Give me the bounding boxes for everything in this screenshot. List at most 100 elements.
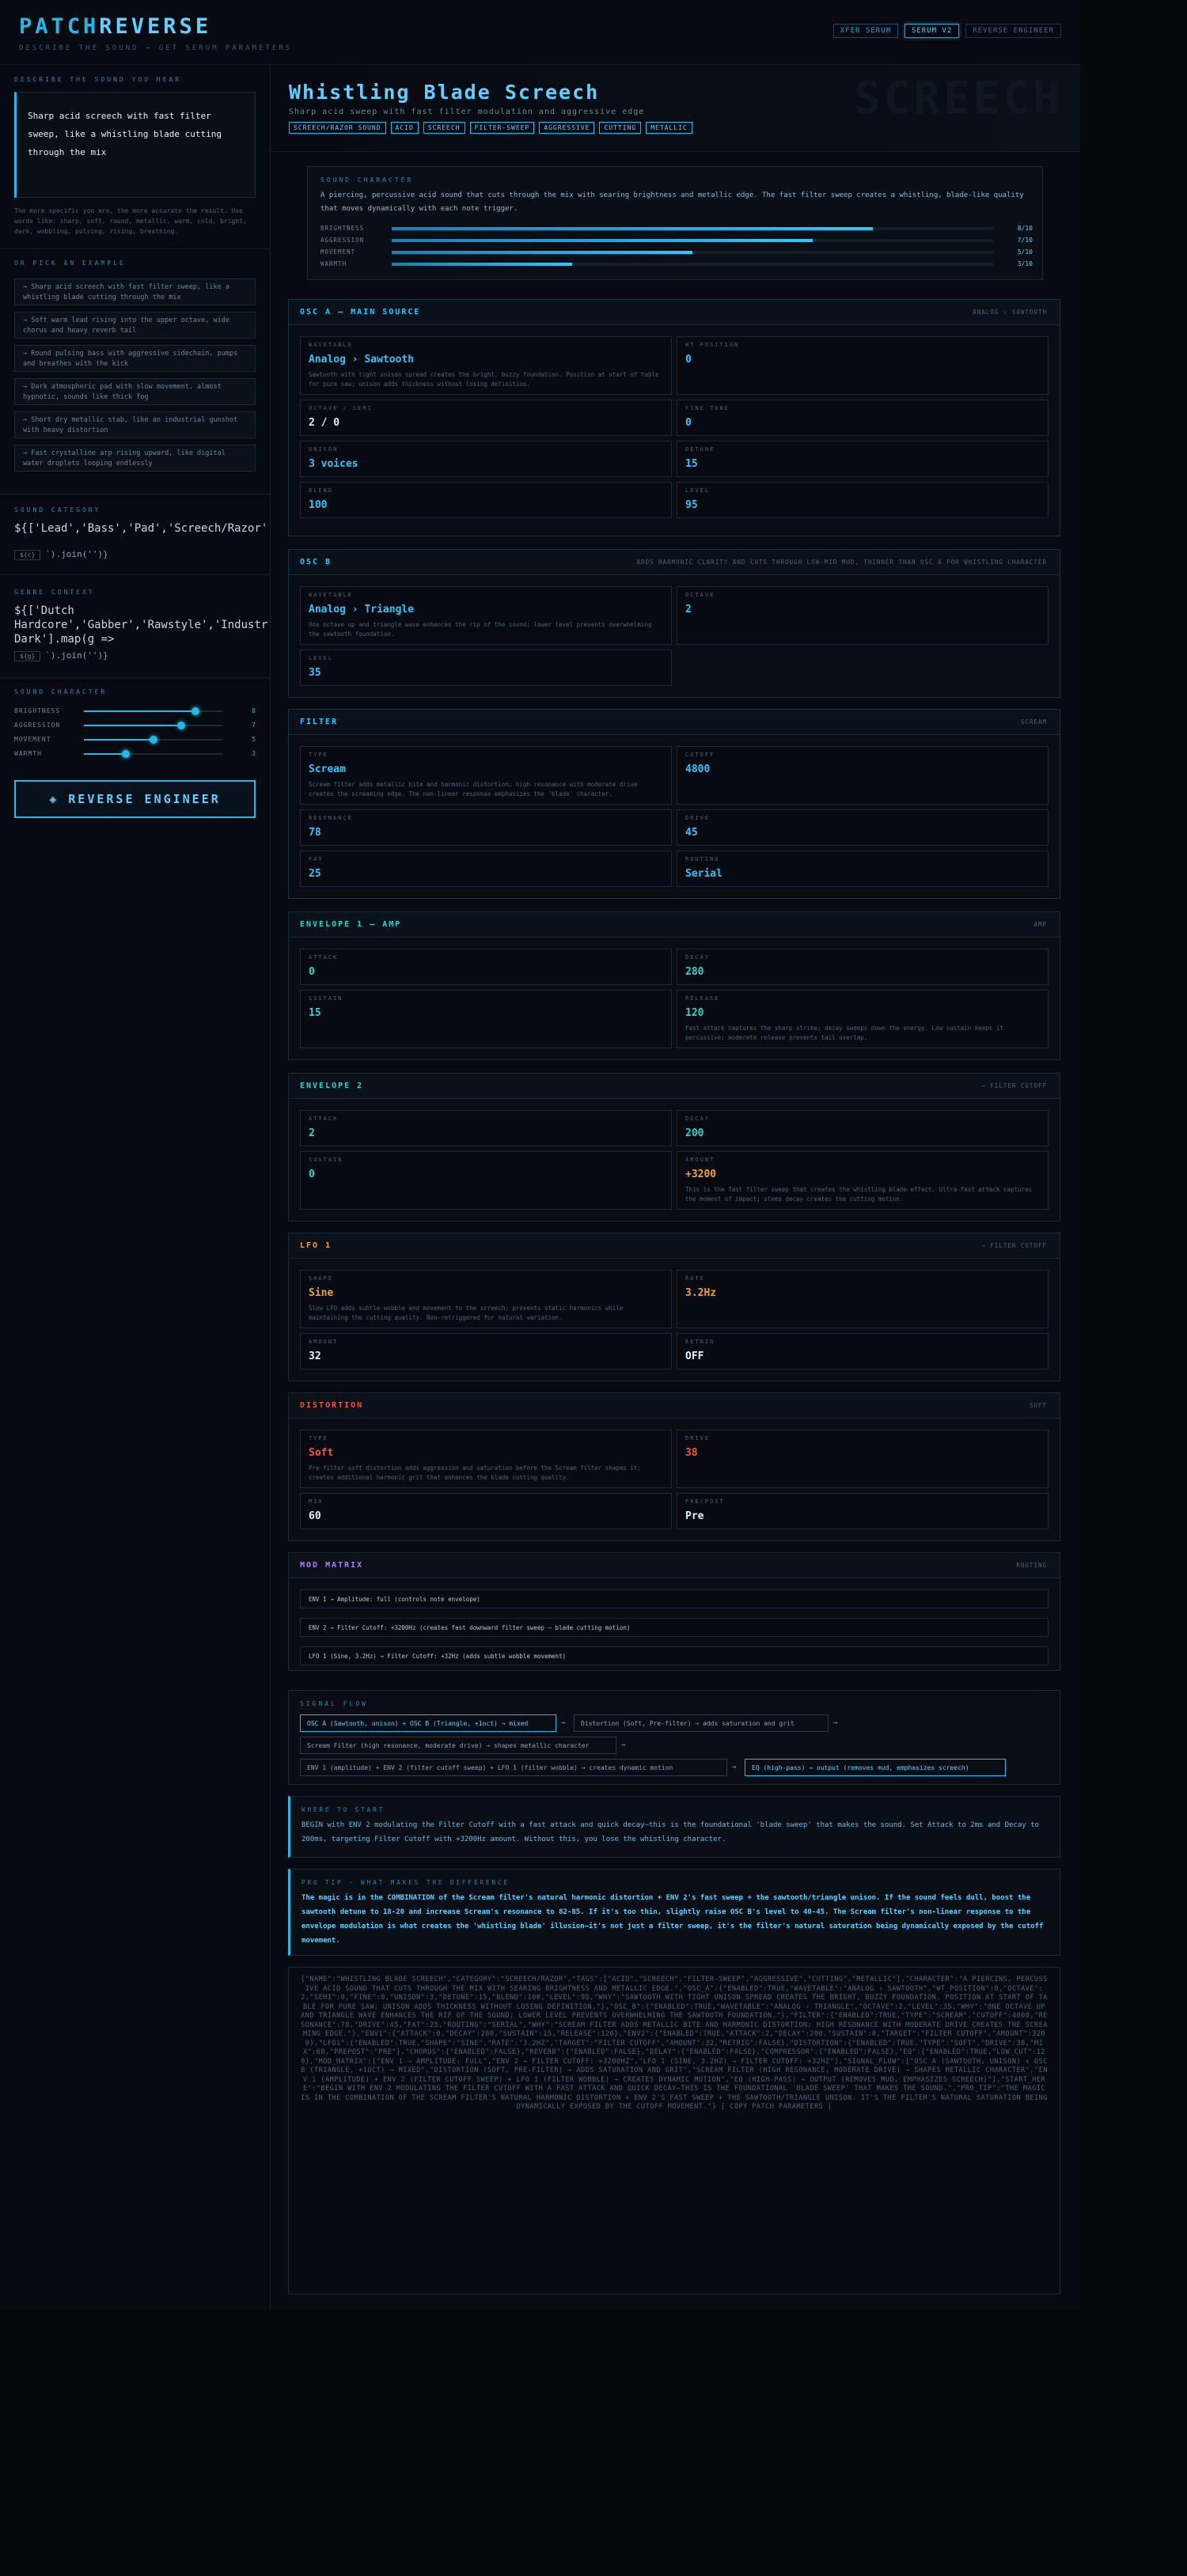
param-octave-semi[interactable]: OCTAVE / SEMI 2 / 0 [300,400,672,436]
bar-label: BRIGHTNESS [320,225,365,232]
param-label: FINE TUNE [685,405,730,411]
logo: PATCHREVERSE [19,14,211,39]
param-label: SHAPE [309,1275,334,1282]
param-wavetable[interactable]: WAVETABLE Analog › Sawtooth Sawtooth with … [300,336,672,395]
slider-track[interactable] [84,707,223,715]
distortion-section: DISTORTION SOFT TYPE Soft Pre-filter soft … [288,1392,1060,1541]
pro-tip-callout: PRO TIP — WHAT MAKES THE DIFFERENCE The … [288,1869,1060,1956]
param-fine-tune[interactable]: FINE TUNE 0 [677,400,1049,436]
slider-fill [84,753,126,755]
param-decay[interactable]: DECAY 200 [677,1110,1049,1146]
genre-context-label: GENRE CONTEXT [14,589,95,596]
flow-arrow: → [561,1719,566,1727]
param-attack[interactable]: ATTACK 0 [300,949,672,985]
param-attack[interactable]: ATTACK 2 [300,1110,672,1146]
param-cutoff[interactable]: CUTOFF 4800 [677,746,1049,805]
param-amount[interactable]: AMOUNT +3200 This is the fast filter sweep… [677,1151,1049,1210]
param-drive[interactable]: DRIVE 45 [677,809,1049,846]
param-value: 2 / 0 [309,417,340,429]
param-release[interactable]: RELEASE 120 Fast attack captures the sharp… [677,990,1049,1048]
slider-track[interactable] [84,722,223,729]
param-label: CUTOFF [685,752,715,758]
serum-v2-button[interactable]: SERUM V2 [904,24,960,38]
examples-label: OR PICK AN EXAMPLE [14,259,126,267]
param-sustain[interactable]: SUSTAIN 0 [300,1151,672,1210]
bar-fill [392,227,873,230]
param-wt-position[interactable]: WT POSITION 0 [677,336,1049,395]
param-sustain[interactable]: SUSTAIN 15 [300,990,672,1048]
slider-knob[interactable] [121,750,130,758]
param-drive[interactable]: DRIVE 38 [677,1430,1049,1488]
reverse-engineer-button[interactable]: ◈ REVERSE ENGINEER [14,780,256,818]
example-item[interactable]: → Short dry metallic stab, like an indus… [14,411,256,438]
example-item[interactable]: → Dark atmospheric pad with slow movemen… [14,378,256,405]
param-mix[interactable]: MIX 60 [300,1493,672,1529]
reverse-engineer-mode-button[interactable]: REVERSE ENGINEER [965,24,1061,38]
character-slider[interactable]: WARMTH 3 [14,748,256,760]
mod-route[interactable]: ENV 2 → Filter Cutoff: +3200Hz (creates … [300,1618,1049,1637]
param-routing[interactable]: ROUTING Serial [677,850,1049,887]
param-level[interactable]: LEVEL 95 [677,482,1049,518]
example-item[interactable]: → Fast crystalline arp rising upward, li… [14,445,256,472]
section-note: ANALOG › SAWTOOTH [973,309,1047,316]
category-chip[interactable]: ${c} [14,550,41,560]
param-retrig[interactable]: RETRIG OFF [677,1333,1049,1369]
character-slider[interactable]: AGGRESSION 7 [14,720,256,731]
section-note: SOFT [1029,1402,1047,1409]
param-label: DECAY [685,1116,711,1122]
slider-knob[interactable] [177,722,186,729]
section-header [289,1233,1060,1259]
param-value: 120 [685,1007,704,1019]
genre-chip[interactable]: ${g} [14,651,41,661]
lfo-1-section: LFO 1 → FILTER CUTOFF SHAPE Sine Slow LFO … [288,1233,1060,1381]
app-root: PATCHREVERSE DESCRIBE THE SOUND → GET SE… [0,0,1080,2310]
tag: ACID [390,122,419,134]
section-title: ENVELOPE 1 — AMP [300,920,402,929]
bar-track [392,263,993,266]
example-item[interactable]: → Round pulsing bass with aggressive sid… [14,345,256,372]
slider-knob[interactable] [150,736,157,744]
mod-route[interactable]: ENV 1 → Amplitude: full (controls note e… [300,1589,1049,1608]
param-wavetable[interactable]: WAVETABLE Analog › Triangle One octave up … [300,586,672,645]
section-note: SCREAM [1020,718,1047,725]
param-label: AMOUNT [685,1157,715,1163]
param-label: BLEND [309,487,334,494]
param-value: +3200 [685,1169,717,1180]
param-fat[interactable]: FAT 25 [300,850,672,887]
mod-matrix-section: MOD MATRIX ROUTING ENV 1 → Amplitude: fu… [288,1552,1060,1671]
section-title: LFO 1 [300,1241,332,1250]
param-value: 95 [685,499,698,511]
param-pre-post[interactable]: PRE/POST Pre [677,1493,1049,1529]
param-resonance[interactable]: RESONANCE 78 [300,809,672,846]
patch-json-output[interactable]: {"NAME":"WHISTLING BLADE SCREECH","CATEG… [288,1967,1060,2294]
sound-description-input[interactable]: Sharp acid screech with fast filter swee… [14,92,256,198]
param-unison[interactable]: UNISON 3 voices [300,441,672,477]
param-type[interactable]: TYPE Scream Scream filter adds metallic bi… [300,746,672,805]
param-shape[interactable]: SHAPE Sine Slow LFO adds subtle wobble and… [300,1270,672,1328]
xfer-serum-button[interactable]: XFER SERUM [832,24,898,38]
slider-fill [84,725,182,726]
slider-knob[interactable] [191,707,199,715]
param-level[interactable]: LEVEL 35 [300,650,672,686]
flow-node: Distortion (Soft, Pre-filter) → adds sat… [574,1714,829,1732]
section-note: ADDS HARMONIC CLARITY AND CUTS THROUGH L… [636,559,1047,566]
param-decay[interactable]: DECAY 280 [677,949,1049,985]
param-amount[interactable]: AMOUNT 32 [300,1333,672,1369]
param-rate[interactable]: RATE 3.2Hz [677,1270,1049,1328]
example-item[interactable]: → Sharp acid screech with fast filter sw… [14,278,256,305]
character-slider[interactable]: BRIGHTNESS 8 [14,706,256,717]
character-text: A piercing, percussive acid sound that c… [320,191,1024,213]
param-label: ATTACK [309,1116,339,1122]
slider-track[interactable] [84,750,223,758]
param-label: RESONANCE [309,815,353,821]
slider-track[interactable] [84,736,223,744]
param-detune[interactable]: DETUNE 15 [677,441,1049,477]
param-octave[interactable]: OCTAVE 2 [677,586,1049,645]
param-value: 4800 [685,763,711,775]
character-heading: SOUND CHARACTER [320,176,414,184]
character-slider[interactable]: MOVEMENT 5 [14,734,256,745]
param-type[interactable]: TYPE Soft Pre-filter soft distortion adds … [300,1430,672,1488]
mod-route[interactable]: LFO 1 (Sine, 3.2Hz) → Filter Cutoff: +32… [300,1646,1049,1665]
param-blend[interactable]: BLEND 100 [300,482,672,518]
example-item[interactable]: → Soft warm lead rising into the upper o… [14,312,256,339]
